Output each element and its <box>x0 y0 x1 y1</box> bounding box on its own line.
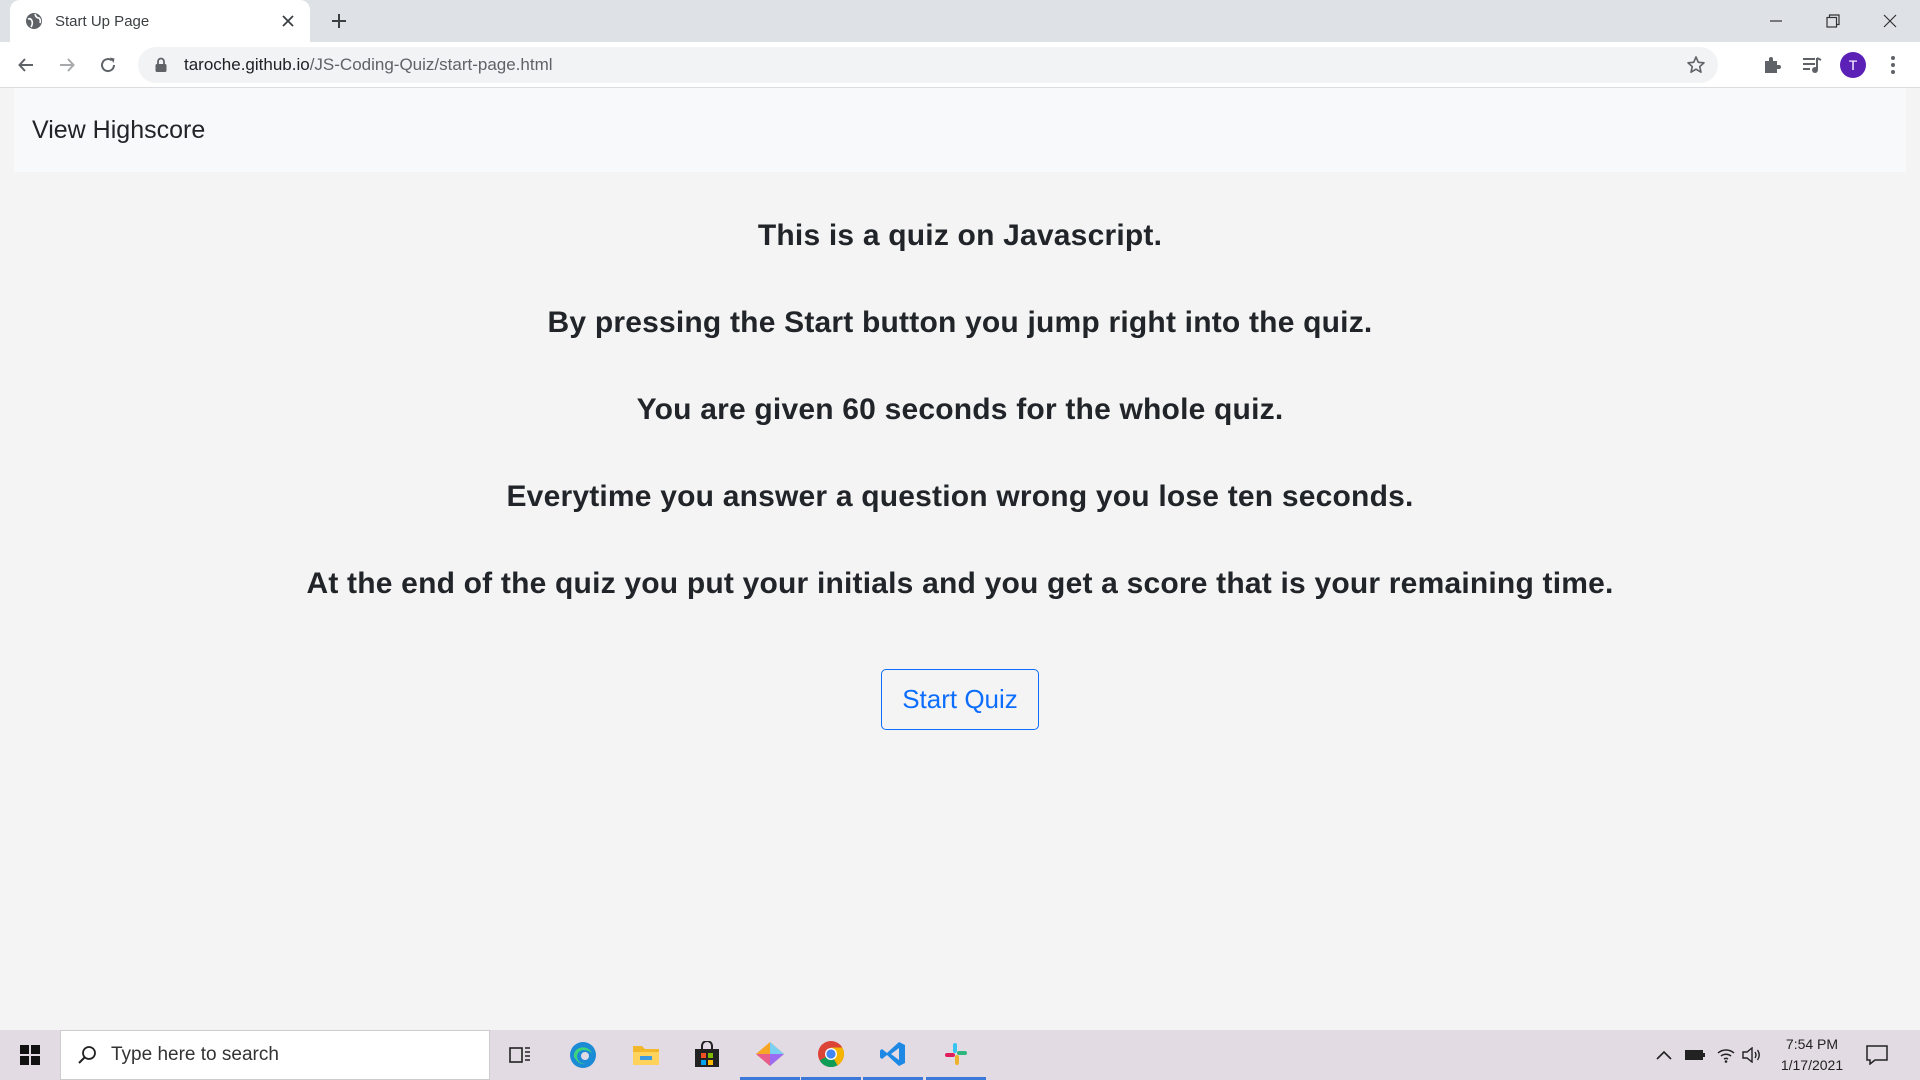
plus-icon[interactable] <box>325 7 353 35</box>
extensions-icon[interactable] <box>1760 53 1784 77</box>
battery-icon[interactable] <box>1683 1043 1707 1067</box>
edge-icon[interactable] <box>553 1030 613 1080</box>
windows-start-icon[interactable] <box>0 1030 60 1080</box>
taskbar-search[interactable]: Type here to search <box>60 1030 490 1080</box>
browser-tab[interactable]: Start Up Page <box>10 0 310 42</box>
navbar: View Highscore <box>14 88 1906 172</box>
restore-icon[interactable] <box>1805 0 1861 42</box>
media-icon[interactable] <box>1800 53 1824 77</box>
tab-title: Start Up Page <box>55 12 150 30</box>
browser-toolbar: taroche.github.io/JS-Coding-Quiz/start-p… <box>0 42 1920 88</box>
globe-icon <box>25 12 43 30</box>
url-path: /JS-Coding-Quiz/start-page.html <box>309 55 553 74</box>
taskbar: Type here to search 7:54 PM 1/17/2021 <box>0 1030 1920 1080</box>
search-placeholder: Type here to search <box>111 1044 279 1065</box>
intro-line: At the end of the quiz you put your init… <box>306 567 1614 600</box>
volume-icon[interactable] <box>1740 1043 1764 1067</box>
profile-avatar[interactable]: T <box>1840 52 1866 78</box>
reload-icon[interactable] <box>92 49 124 81</box>
browser-tab-strip: Start Up Page <box>0 0 1920 42</box>
notification-icon[interactable] <box>1864 1042 1890 1068</box>
search-icon <box>77 1045 97 1065</box>
back-icon[interactable] <box>10 49 42 81</box>
close-window-icon[interactable] <box>1862 0 1918 42</box>
task-view-icon[interactable] <box>490 1030 550 1080</box>
clock-time: 7:54 PM <box>1785 1036 1839 1052</box>
close-icon[interactable] <box>278 11 298 31</box>
lock-icon[interactable] <box>154 57 170 73</box>
view-highscore-link[interactable]: View Highscore <box>32 116 205 145</box>
start-quiz-button[interactable]: Start Quiz <box>881 669 1039 730</box>
intro-line: You are given 60 seconds for the whole q… <box>636 393 1284 426</box>
vscode-icon[interactable] <box>863 1030 923 1080</box>
wifi-icon[interactable] <box>1714 1043 1738 1067</box>
forward-icon[interactable] <box>51 49 83 81</box>
clock-date: 1/17/2021 <box>1780 1057 1844 1073</box>
menu-icon[interactable] <box>1881 53 1905 77</box>
file-explorer-icon[interactable] <box>616 1030 676 1080</box>
intro-line: Everytime you answer a question wrong yo… <box>506 480 1414 513</box>
url-host: taroche.github.io <box>184 55 310 74</box>
intro-line: This is a quiz on Javascript. <box>757 219 1163 252</box>
intro-line: By pressing the Start button you jump ri… <box>547 306 1373 339</box>
address-bar[interactable]: taroche.github.io/JS-Coding-Quiz/start-p… <box>138 47 1718 83</box>
url-text: taroche.github.io/JS-Coding-Quiz/start-p… <box>184 55 553 75</box>
star-icon[interactable] <box>1686 55 1706 75</box>
store-icon[interactable] <box>677 1030 737 1080</box>
quiz-intro: This is a quiz on Javascript. By pressin… <box>0 218 1920 730</box>
minimize-icon[interactable] <box>1748 0 1804 42</box>
taskbar-clock[interactable]: 7:54 PM 1/17/2021 <box>1762 1034 1862 1076</box>
chevron-up-icon[interactable] <box>1652 1043 1676 1067</box>
chrome-icon[interactable] <box>801 1030 861 1080</box>
page-viewport: View Highscore This is a quiz on Javascr… <box>0 88 1920 1030</box>
slack-icon[interactable] <box>926 1030 986 1080</box>
app-icon[interactable] <box>740 1030 800 1080</box>
